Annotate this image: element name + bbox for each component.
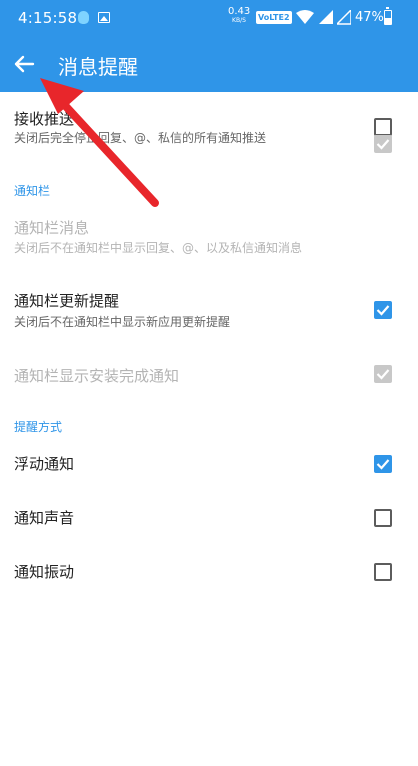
setting-notify-update[interactable]: 通知栏更新提醒 关闭后不在通知栏中显示新应用更新提醒 [0, 276, 418, 346]
battery-icon [384, 7, 392, 25]
check-icon [376, 369, 390, 380]
check-icon [376, 305, 390, 316]
setting-sound-checkbox[interactable] [374, 509, 392, 527]
check-icon [376, 459, 390, 470]
setting-notify-update-title: 通知栏更新提醒 [14, 292, 120, 310]
status-time: 4:15:58 [18, 9, 78, 27]
setting-vibrate-title: 通知振动 [14, 563, 75, 581]
signal-icon-secondary [337, 10, 351, 25]
setting-push-checkbox[interactable] [374, 118, 392, 136]
setting-notify-install: 通知栏显示安装完成通知 [0, 352, 418, 402]
setting-float-checkbox[interactable] [374, 455, 392, 473]
network-speed-value: 0.43 [228, 6, 251, 17]
status-bar: 4:15:58 0.43 KB/S VoLTE2 47% [0, 0, 418, 36]
section-header-reminder: 提醒方式 [14, 420, 63, 434]
app-notification-icon [78, 11, 89, 24]
setting-push-subtitle: 关闭后完全停止回复、@、私信的所有通知推送 [14, 131, 267, 145]
setting-notify-msg-subtitle: 关闭后不在通知栏中显示回复、@、以及私信通知消息 [14, 241, 303, 255]
volte-badge: VoLTE2 [256, 11, 292, 24]
battery-percent: 47% [355, 10, 384, 25]
signal-icon [319, 10, 333, 24]
check-icon [376, 139, 390, 150]
setting-notify-msg-checkbox [374, 135, 392, 153]
network-speed-unit: KB/S [232, 17, 246, 24]
section-header-notification: 通知栏 [14, 184, 51, 198]
app-screen: 4:15:58 0.43 KB/S VoLTE2 47% 消息提醒 接收推送 关… [0, 0, 418, 766]
setting-float[interactable]: 浮动通知 [0, 438, 418, 490]
setting-notify-update-checkbox[interactable] [374, 301, 392, 319]
page-title: 消息提醒 [58, 55, 138, 79]
setting-vibrate-checkbox[interactable] [374, 563, 392, 581]
arrow-left-icon [14, 55, 35, 73]
setting-notify-msg: 通知栏消息 关闭后不在通知栏中显示回复、@、以及私信通知消息 [0, 135, 418, 270]
wifi-icon [296, 10, 314, 24]
app-bar: 消息提醒 [0, 36, 418, 92]
setting-notify-msg-title: 通知栏消息 [14, 219, 90, 237]
image-notification-icon [98, 12, 110, 23]
setting-notify-install-title: 通知栏显示安装完成通知 [14, 367, 180, 385]
back-button[interactable] [10, 50, 38, 78]
setting-float-title: 浮动通知 [14, 455, 75, 473]
network-speed: 0.43 KB/S [228, 7, 250, 24]
setting-sound[interactable]: 通知声音 [0, 492, 418, 544]
setting-notify-install-checkbox [374, 365, 392, 383]
setting-push[interactable]: 接收推送 关闭后完全停止回复、@、私信的所有通知推送 [0, 92, 418, 164]
setting-push-title: 接收推送 [14, 110, 75, 128]
setting-notify-update-subtitle: 关闭后不在通知栏中显示新应用更新提醒 [14, 315, 231, 329]
setting-vibrate[interactable]: 通知振动 [0, 546, 418, 598]
setting-sound-title: 通知声音 [14, 509, 75, 527]
